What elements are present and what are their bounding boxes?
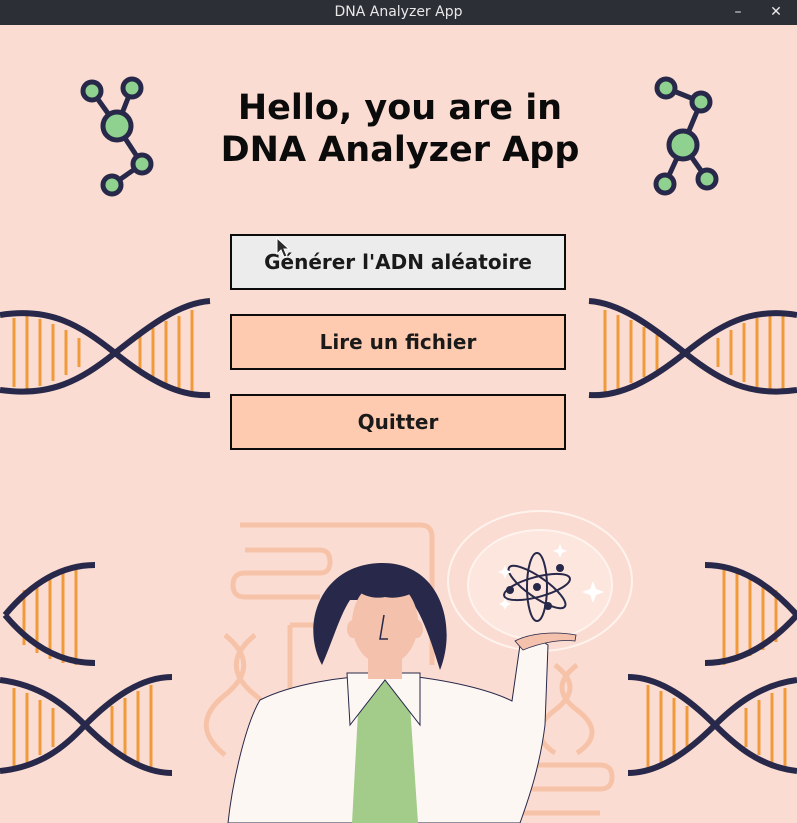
minimize-icon[interactable]: – [726, 0, 750, 25]
window-title: DNA Analyzer App [334, 4, 463, 20]
page-title-line-2: DNA Analyzer App [220, 130, 580, 170]
page-title: Hello, you are in DNA Analyzer App [150, 87, 650, 171]
dna-bottom-left-icon [0, 562, 173, 776]
page-title-line-1: Hello, you are in [237, 88, 563, 128]
molecule-right-icon [653, 76, 719, 196]
dna-left-icon [0, 298, 211, 399]
mouse-cursor-icon [276, 237, 290, 258]
quit-button[interactable]: Quitter [230, 394, 566, 450]
close-icon[interactable]: ✕ [764, 0, 788, 25]
window-titlebar: DNA Analyzer App – ✕ [0, 0, 797, 25]
read-file-button[interactable]: Lire un fichier [230, 314, 566, 370]
atom-icon [447, 510, 633, 652]
dna-bottom-right-icon [627, 562, 797, 776]
molecule-left-icon [80, 76, 154, 197]
dna-right-icon [588, 298, 797, 399]
app-canvas: Hello, you are in DNA Analyzer App Génér… [0, 25, 797, 823]
